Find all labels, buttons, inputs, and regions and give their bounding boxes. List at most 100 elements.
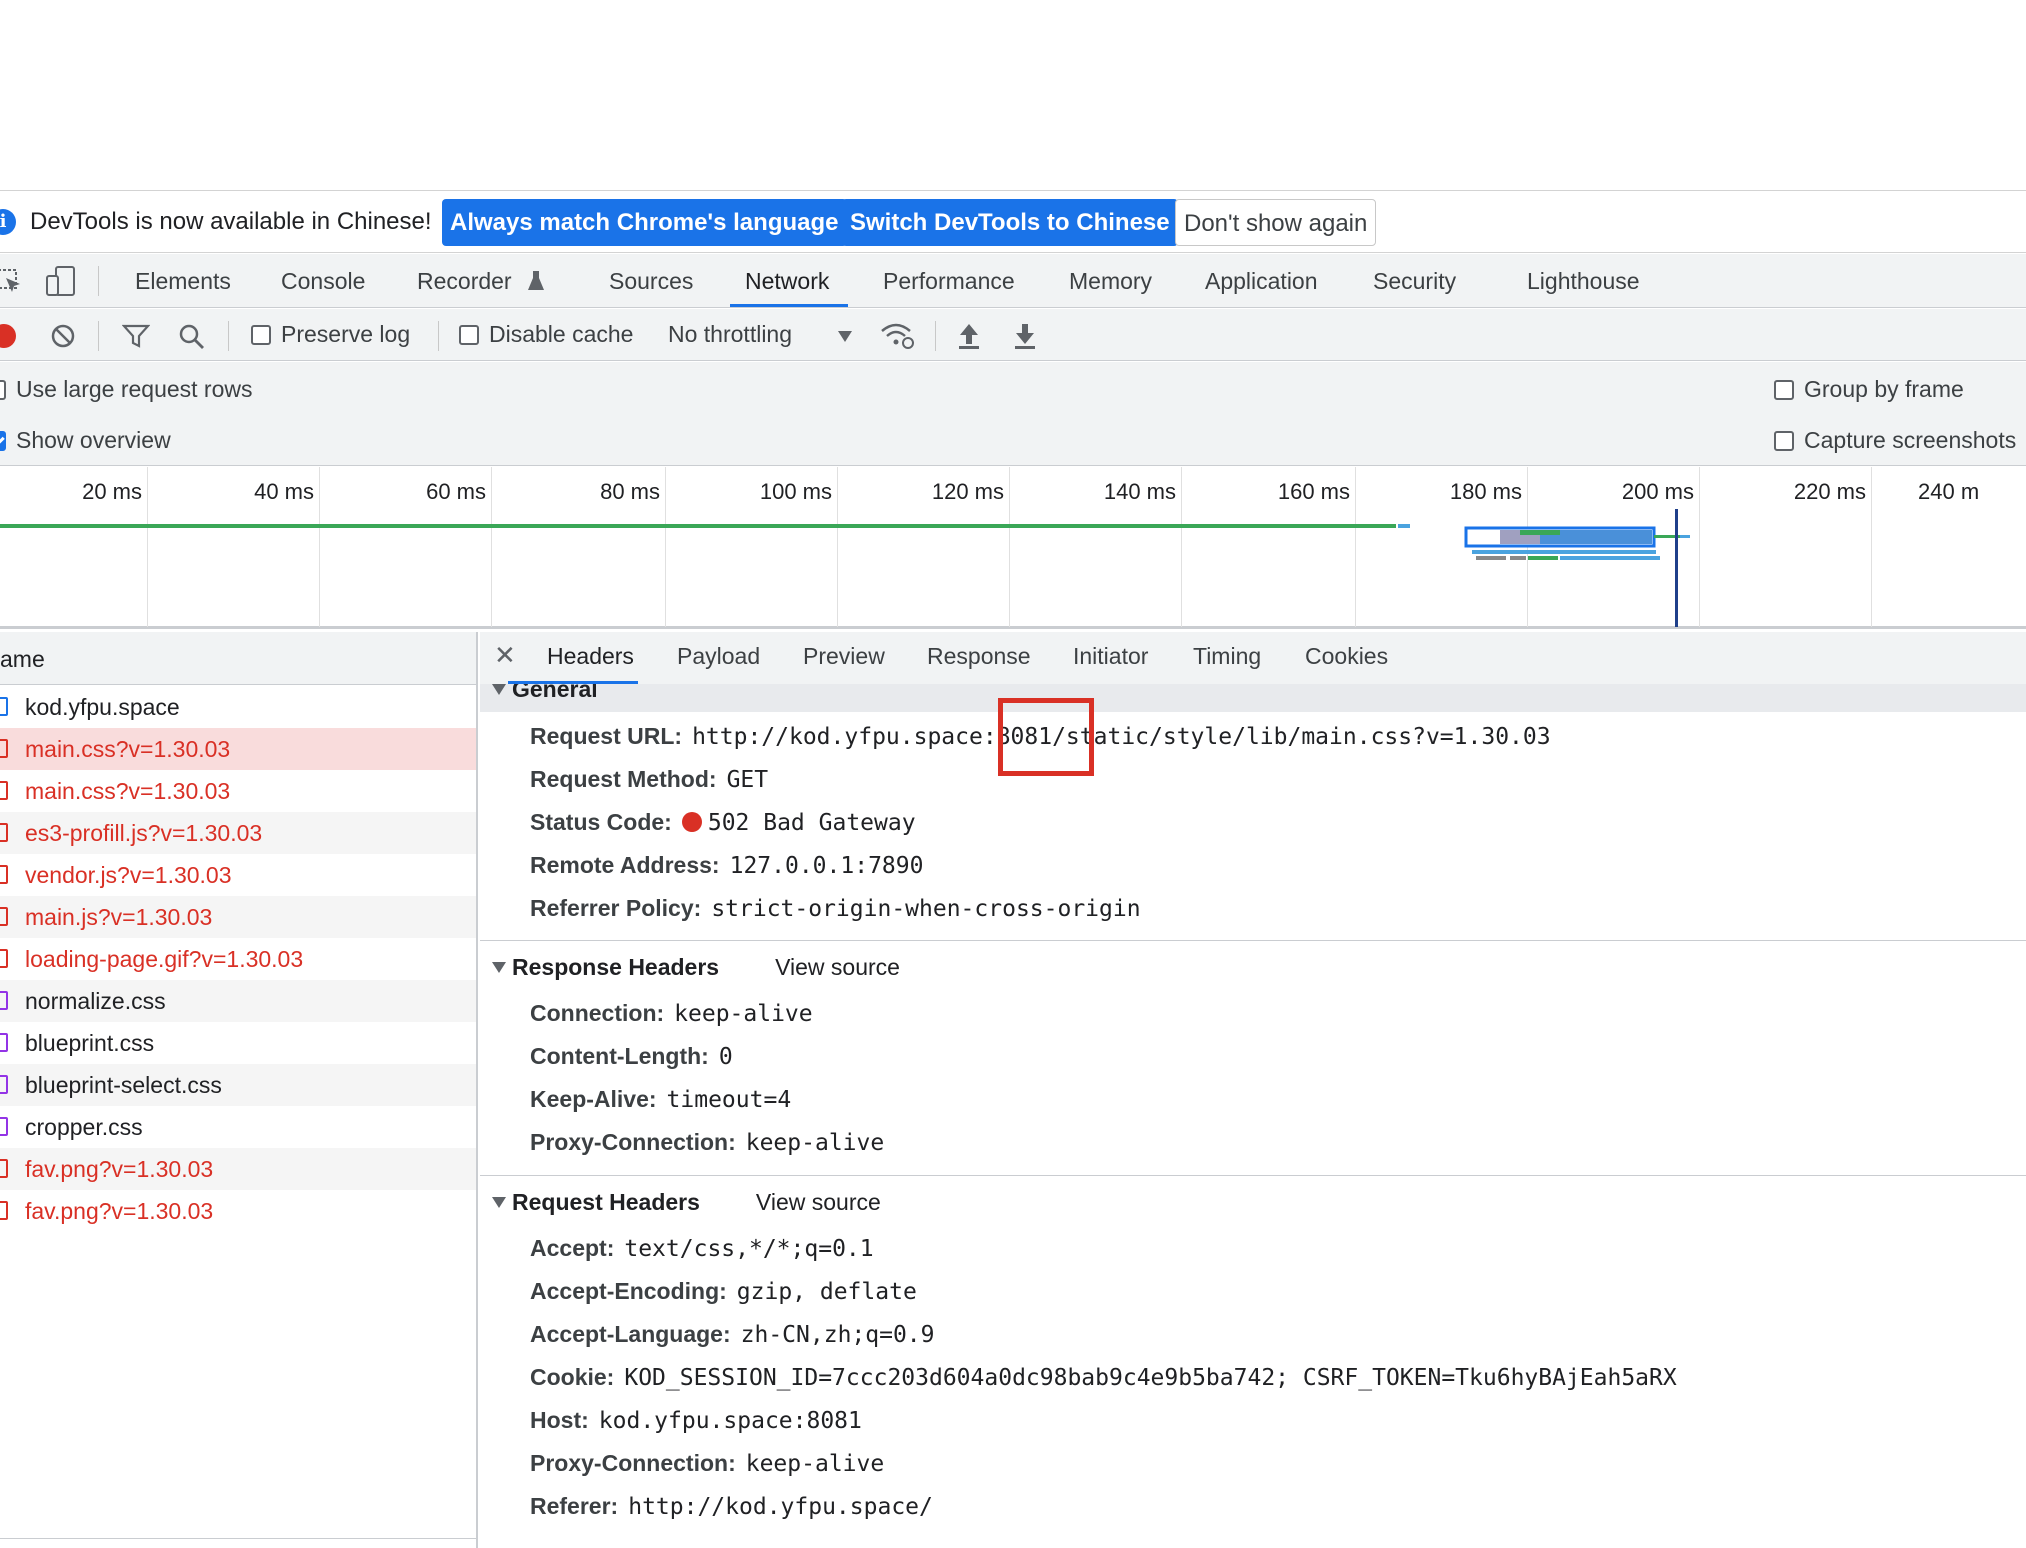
request-name: fav.png?v=1.30.03 — [25, 1156, 214, 1182]
checkbox-box[interactable] — [0, 380, 6, 400]
device-toolbar-icon[interactable] — [44, 264, 78, 298]
header-host: Host: kod.yfpu.space:8081 — [530, 1407, 862, 1434]
dropdown-arrow-icon[interactable] — [838, 331, 852, 342]
request-list: ame kod.yfpu.space main.css?v=1.30.03 main… — [0, 632, 478, 1548]
preserve-log-checkbox[interactable]: Preserve log — [251, 321, 410, 348]
column-header-name[interactable]: ame — [0, 632, 476, 685]
toolbar-separator — [935, 321, 936, 351]
tab-elements[interactable]: Elements — [135, 268, 231, 295]
header-referrer-policy: Referrer Policy: strict-origin-when-cross… — [530, 895, 1141, 922]
header-value: 127.0.0.1:7890 — [729, 853, 924, 879]
file-icon — [0, 781, 8, 800]
header-proxy-connection: Proxy-Connection: keep-alive — [530, 1450, 884, 1477]
header-value: http://kod.yfpu.space:8081/static/style/… — [692, 724, 1551, 750]
header-key: Request Method: — [530, 766, 717, 792]
disable-cache-checkbox[interactable]: Disable cache — [459, 321, 633, 348]
header-key: Host: — [530, 1407, 589, 1433]
group-by-frame-checkbox[interactable]: Group by frame — [1774, 376, 1964, 403]
checkbox-box[interactable] — [1774, 380, 1794, 400]
header-key: Accept: — [530, 1235, 615, 1261]
close-icon[interactable]: ✕ — [494, 640, 516, 671]
collapse-triangle-icon[interactable] — [492, 684, 506, 695]
throttling-select[interactable]: No throttling — [668, 321, 792, 348]
always-match-language-button[interactable]: Always match Chrome's language — [442, 199, 847, 246]
network-overview-timeline[interactable]: 20 ms 40 ms 60 ms 80 ms 100 ms 120 ms 14… — [0, 467, 2026, 629]
request-row[interactable]: cropper.css — [0, 1106, 476, 1148]
request-row[interactable]: blueprint-select.css — [0, 1064, 476, 1106]
tab-response[interactable]: Response — [927, 643, 1031, 670]
tab-lighthouse[interactable]: Lighthouse — [1527, 268, 1640, 295]
request-row[interactable]: main.css?v=1.30.03 — [0, 770, 476, 812]
request-row[interactable]: normalize.css — [0, 980, 476, 1022]
checkbox-box-checked[interactable] — [0, 431, 6, 451]
tab-initiator[interactable]: Initiator — [1073, 643, 1148, 670]
response-headers-title: Response Headers — [512, 954, 720, 980]
request-row[interactable]: main.css?v=1.30.03 — [0, 728, 476, 770]
export-har-icon[interactable] — [1013, 322, 1037, 350]
request-headers-section-header[interactable]: Request Headers View source — [480, 1189, 2026, 1231]
header-key: Proxy-Connection: — [530, 1129, 736, 1155]
request-row[interactable]: es3-profill.js?v=1.30.03 — [0, 812, 476, 854]
tab-memory[interactable]: Memory — [1069, 268, 1152, 295]
header-key: Accept-Encoding: — [530, 1278, 727, 1304]
tab-recorder[interactable]: Recorder — [417, 268, 512, 295]
tab-application[interactable]: Application — [1205, 268, 1318, 295]
checkbox-box[interactable] — [459, 325, 479, 345]
tab-preview[interactable]: Preview — [803, 643, 885, 670]
request-row[interactable]: blueprint.css — [0, 1022, 476, 1064]
list-footer-line — [0, 1538, 476, 1539]
request-headers-title: Request Headers — [512, 1189, 700, 1215]
tab-network[interactable]: Network — [745, 268, 829, 295]
header-key: Request URL: — [530, 723, 683, 749]
import-har-icon[interactable] — [957, 322, 981, 350]
request-row[interactable]: kod.yfpu.space — [0, 686, 476, 728]
request-row[interactable]: main.js?v=1.30.03 — [0, 896, 476, 938]
file-icon — [0, 1159, 8, 1178]
tab-security[interactable]: Security — [1373, 268, 1456, 295]
request-row[interactable]: fav.png?v=1.30.03 — [0, 1190, 476, 1232]
request-row[interactable]: loading-page.gif?v=1.30.03 — [0, 938, 476, 980]
checkbox-box[interactable] — [251, 325, 271, 345]
search-icon[interactable] — [178, 323, 206, 351]
dont-show-again-button[interactable]: Don't show again — [1175, 199, 1377, 246]
checkbox-box[interactable] — [1774, 431, 1794, 451]
general-section-header[interactable]: General — [480, 684, 2026, 712]
network-settings-pane: Use large request rows Show overview Gro… — [0, 362, 2026, 466]
inspect-element-icon[interactable] — [0, 268, 24, 296]
header-request-method: Request Method: GET — [530, 766, 768, 793]
collapse-triangle-icon[interactable] — [492, 1197, 506, 1208]
section-divider — [480, 940, 2026, 941]
tab-timing[interactable]: Timing — [1193, 643, 1261, 670]
tab-headers[interactable]: Headers — [547, 643, 634, 670]
tab-performance[interactable]: Performance — [883, 268, 1015, 295]
header-remote-address: Remote Address: 127.0.0.1:7890 — [530, 852, 923, 879]
collapse-triangle-icon[interactable] — [492, 962, 506, 973]
tab-console[interactable]: Console — [281, 268, 365, 295]
response-headers-section-header[interactable]: Response Headers View source — [480, 954, 2026, 996]
filter-icon[interactable] — [122, 323, 150, 349]
header-value: text/css,*/*;q=0.1 — [624, 1236, 874, 1262]
tab-payload[interactable]: Payload — [677, 643, 760, 670]
network-conditions-icon[interactable] — [880, 321, 916, 351]
large-rows-checkbox[interactable]: Use large request rows — [0, 376, 253, 403]
section-divider — [480, 1175, 2026, 1176]
record-icon[interactable] — [0, 324, 16, 348]
request-row[interactable]: fav.png?v=1.30.03 — [0, 1148, 476, 1190]
clear-icon[interactable] — [50, 323, 76, 349]
network-toolbar: Preserve log Disable cache No throttling — [0, 309, 2026, 361]
file-icon — [0, 739, 8, 758]
request-row[interactable]: vendor.js?v=1.30.03 — [0, 854, 476, 896]
header-value: keep-alive — [745, 1451, 885, 1477]
tab-cookies[interactable]: Cookies — [1305, 643, 1388, 670]
request-name: main.css?v=1.30.03 — [25, 778, 231, 804]
show-overview-checkbox[interactable]: Show overview — [0, 427, 171, 454]
view-source-link[interactable]: View source — [756, 1189, 881, 1215]
tab-sources[interactable]: Sources — [609, 268, 693, 295]
switch-devtools-chinese-button[interactable]: Switch DevTools to Chinese — [842, 199, 1178, 246]
header-value: timeout=4 — [666, 1087, 792, 1113]
disable-cache-label: Disable cache — [489, 321, 634, 347]
header-key: Status Code: — [530, 809, 672, 835]
capture-screenshots-checkbox[interactable]: Capture screenshots — [1774, 427, 2016, 454]
view-source-link[interactable]: View source — [775, 954, 900, 980]
file-icon — [0, 1201, 8, 1220]
